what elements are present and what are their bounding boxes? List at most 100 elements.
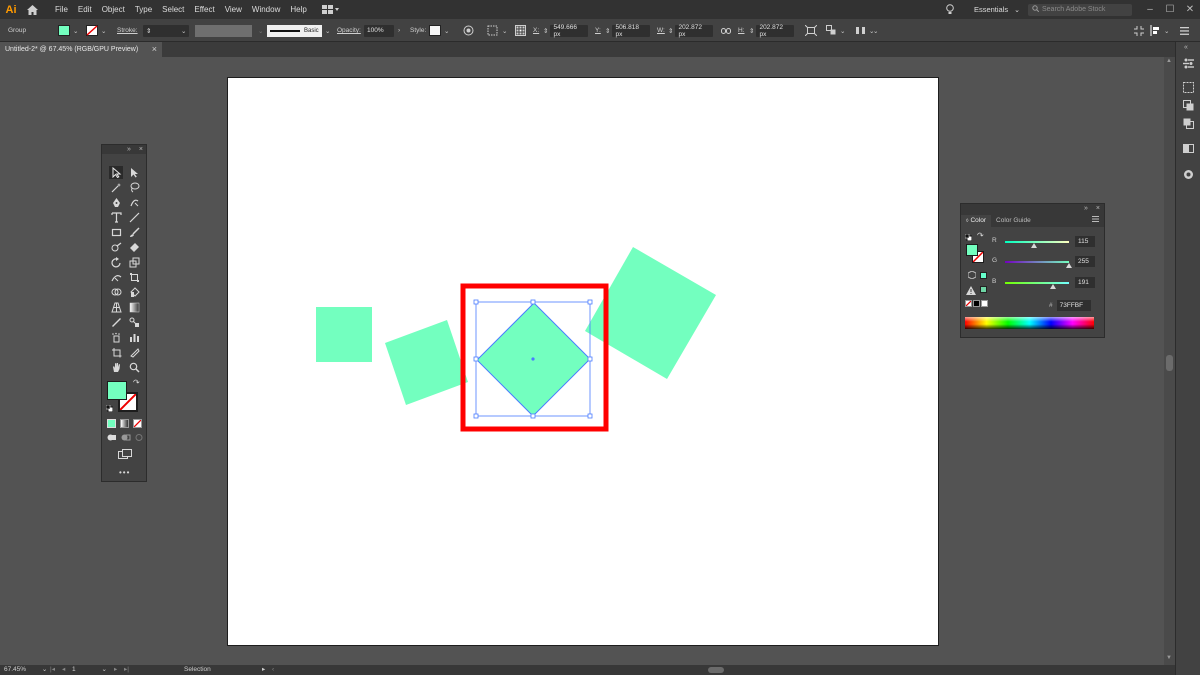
lightbulb-icon[interactable] bbox=[940, 4, 960, 15]
status-menu-arrow-icon[interactable]: ▸ bbox=[262, 665, 265, 675]
swap-colors-icon[interactable]: ↷ bbox=[977, 231, 984, 240]
fill-stroke-toggle-icon[interactable] bbox=[964, 233, 973, 243]
horizontal-scroll-thumb[interactable] bbox=[708, 667, 724, 673]
more-options-chevron-icon[interactable]: ⌄ bbox=[873, 19, 878, 42]
previous-artboard-icon[interactable]: ◂ bbox=[62, 665, 65, 675]
layers-panel-icon[interactable] bbox=[1182, 99, 1195, 112]
white-swatch[interactable] bbox=[981, 300, 988, 307]
isolate-group-icon[interactable]: ⌄ bbox=[826, 19, 845, 42]
draw-normal-icon[interactable] bbox=[107, 433, 117, 442]
align-to-selection-icon[interactable]: ⌄ bbox=[1150, 19, 1169, 42]
minimize-button[interactable]: – bbox=[1140, 0, 1160, 19]
appearance-panel-icon[interactable] bbox=[1182, 168, 1195, 181]
collapse-icon[interactable]: » bbox=[127, 146, 131, 153]
scale-tool-icon[interactable] bbox=[127, 256, 141, 269]
artboard-number-field[interactable]: 1 ⌄ bbox=[72, 665, 107, 675]
tools-panel-header[interactable]: » × bbox=[102, 145, 146, 154]
column-graph-tool-icon[interactable] bbox=[127, 331, 141, 344]
width-tool-icon[interactable] bbox=[109, 271, 123, 284]
green-value-field[interactable]: 255 bbox=[1075, 256, 1095, 267]
hex-value-field[interactable]: 73FFBF bbox=[1056, 300, 1091, 311]
vertical-scroll-thumb[interactable] bbox=[1166, 355, 1173, 371]
scroll-left-arrow-icon[interactable]: ‹ bbox=[272, 665, 274, 675]
panel-menu-icon[interactable] bbox=[1180, 19, 1189, 42]
y-field[interactable]: ⇕ 506.818 px bbox=[605, 19, 651, 42]
symbol-sprayer-tool-icon[interactable] bbox=[109, 331, 123, 344]
first-artboard-icon[interactable]: |◂ bbox=[50, 665, 55, 675]
variable-width-profile[interactable] bbox=[195, 19, 252, 42]
shape-builder-tool-icon[interactable] bbox=[109, 286, 123, 299]
fill-swatch[interactable]: ⌄ bbox=[58, 19, 78, 42]
direct-selection-tool-icon[interactable] bbox=[127, 166, 141, 179]
default-colors-icon[interactable] bbox=[105, 404, 114, 413]
reference-point-icon[interactable] bbox=[515, 19, 526, 42]
green-slider-knob[interactable] bbox=[1066, 263, 1072, 268]
red-slider-knob[interactable] bbox=[1030, 243, 1037, 248]
blue-slider-track[interactable] bbox=[1005, 282, 1069, 284]
slice-tool-icon[interactable] bbox=[127, 346, 141, 359]
draw-behind-icon[interactable] bbox=[121, 433, 131, 442]
artboard[interactable] bbox=[227, 77, 939, 646]
stroke-label[interactable]: Stroke: bbox=[117, 19, 138, 42]
live-paint-bucket-tool-icon[interactable] bbox=[127, 286, 141, 299]
transparency-panel-icon[interactable] bbox=[1182, 142, 1195, 155]
graphic-style-swatch[interactable]: ⌄ bbox=[429, 19, 449, 42]
rectangle-tool-icon[interactable] bbox=[109, 226, 123, 239]
hand-tool-icon[interactable] bbox=[109, 361, 123, 374]
green-slider-track[interactable] bbox=[1005, 261, 1069, 263]
menu-object[interactable]: Object bbox=[97, 0, 130, 19]
stock-search-input[interactable]: Search Adobe Stock bbox=[1028, 3, 1132, 16]
chevron-down-icon[interactable]: ⌄ bbox=[181, 19, 186, 42]
arrange-documents-icon[interactable] bbox=[320, 0, 342, 19]
next-artboard-icon[interactable]: ▸ bbox=[114, 665, 117, 675]
gradient-mode-icon[interactable] bbox=[120, 419, 129, 428]
artboard-tool-icon[interactable] bbox=[109, 346, 123, 359]
opacity-label[interactable]: Opacity: bbox=[337, 19, 361, 42]
rotate-tool-icon[interactable] bbox=[109, 256, 123, 269]
collapse-icon[interactable]: » bbox=[1084, 205, 1088, 212]
eyedropper-tool-icon[interactable] bbox=[109, 316, 123, 329]
opacity-field[interactable]: 100% bbox=[364, 19, 394, 42]
close-icon[interactable]: × bbox=[139, 146, 143, 153]
in-gamut-swatch[interactable] bbox=[980, 286, 987, 293]
collapse-icon[interactable]: « bbox=[1184, 44, 1188, 51]
h-field[interactable]: ⇕ 202.872 px bbox=[749, 19, 795, 42]
eraser-tool-icon[interactable] bbox=[127, 241, 141, 254]
close-icon[interactable]: × bbox=[152, 44, 157, 54]
workspace-switcher[interactable]: Essentials ⌄ bbox=[974, 5, 1020, 14]
lasso-tool-icon[interactable] bbox=[127, 181, 141, 194]
draw-inside-icon[interactable] bbox=[134, 433, 144, 442]
selection-tool-icon[interactable] bbox=[109, 166, 123, 179]
brush-definition[interactable]: Basic ⌄ bbox=[267, 19, 330, 42]
arrange-panels-icon[interactable] bbox=[1134, 19, 1144, 42]
scroll-up-arrow-icon[interactable]: ▲ bbox=[1166, 58, 1172, 64]
properties-panel-icon[interactable] bbox=[1182, 57, 1195, 70]
red-value-field[interactable]: 115 bbox=[1075, 236, 1095, 247]
curvature-tool-icon[interactable] bbox=[127, 196, 141, 209]
recolor-artwork-icon[interactable] bbox=[463, 19, 474, 42]
color-panel-header[interactable]: » × bbox=[961, 204, 1104, 213]
chevron-right-icon[interactable]: › bbox=[398, 19, 400, 42]
blue-slider-knob[interactable] bbox=[1049, 284, 1056, 289]
stroke-swatch[interactable]: ⌄ bbox=[86, 19, 106, 42]
close-icon[interactable]: × bbox=[1096, 205, 1100, 212]
line-segment-tool-icon[interactable] bbox=[127, 211, 141, 224]
menu-help[interactable]: Help bbox=[285, 0, 311, 19]
fill-color-swatch[interactable] bbox=[107, 381, 127, 400]
maximize-button[interactable]: ☐ bbox=[1160, 0, 1180, 19]
swap-colors-icon[interactable]: ↷ bbox=[133, 378, 140, 387]
type-tool-icon[interactable] bbox=[109, 211, 123, 224]
menu-select[interactable]: Select bbox=[157, 0, 189, 19]
edit-toolbar-icon[interactable]: ••• bbox=[119, 468, 130, 477]
blue-value-field[interactable]: 191 bbox=[1075, 277, 1095, 288]
scroll-down-arrow-icon[interactable]: ▼ bbox=[1166, 655, 1172, 661]
x-field[interactable]: ⇕ 549.666 px bbox=[543, 19, 589, 42]
tab-color[interactable]: ◊ Color bbox=[961, 215, 992, 227]
w-field[interactable]: ⇕ 202.872 px bbox=[668, 19, 714, 42]
fill-color-mode-icon[interactable] bbox=[107, 419, 116, 428]
zoom-tool-icon[interactable] bbox=[127, 361, 141, 374]
menu-type[interactable]: Type bbox=[130, 0, 157, 19]
blend-tool-icon[interactable] bbox=[127, 316, 141, 329]
menu-view[interactable]: View bbox=[220, 0, 247, 19]
transform-icon[interactable] bbox=[805, 19, 817, 42]
